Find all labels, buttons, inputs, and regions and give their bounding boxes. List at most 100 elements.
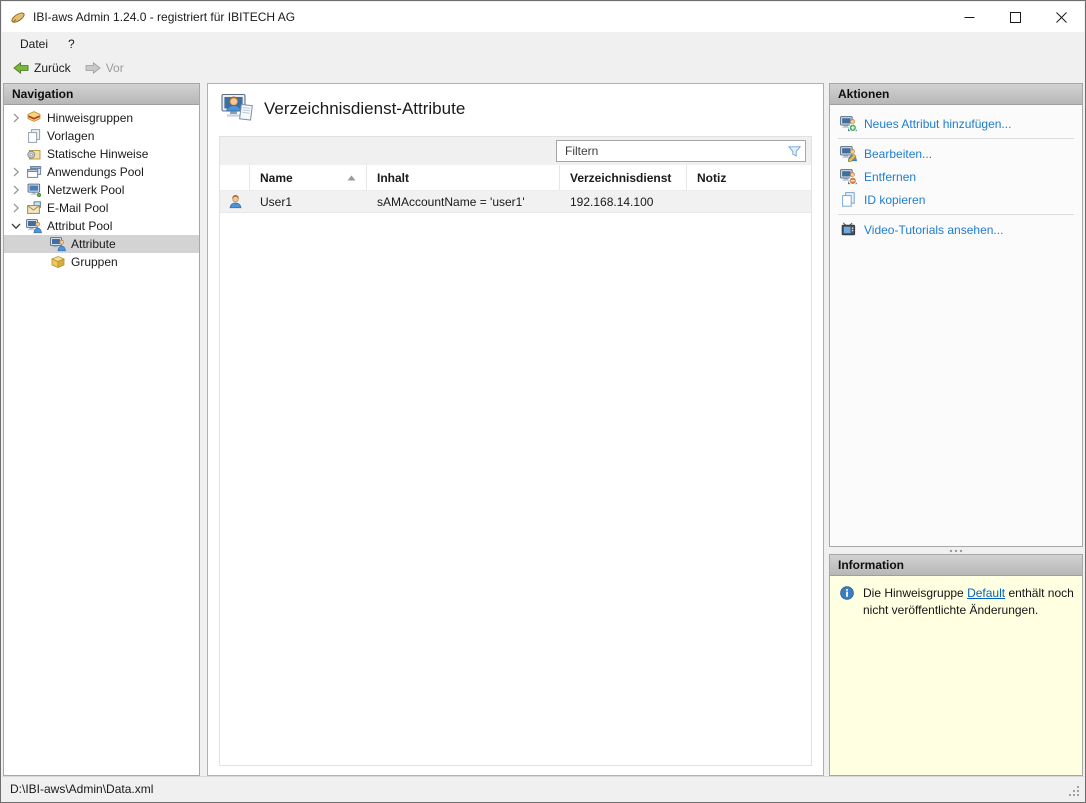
tree-item-label: Vorlagen — [47, 129, 95, 143]
column-header-verzeichnisdienst[interactable]: Verzeichnisdienst — [560, 165, 687, 190]
tree-item-anwendungs-pool[interactable]: Anwendungs Pool — [4, 163, 199, 181]
sort-asc-icon — [347, 175, 356, 180]
maximize-icon — [1009, 11, 1021, 23]
cell-verzeichnisdienst: 192.168.14.100 — [570, 194, 654, 209]
tree-item-label: E-Mail Pool — [47, 201, 109, 215]
tree-item-label: Attribut Pool — [47, 219, 113, 233]
filter-bar — [220, 137, 811, 165]
actions-separator — [838, 214, 1074, 215]
menu-item-datei[interactable]: Datei — [10, 34, 58, 54]
information-panel: Information Die Hinweisgruppe Default en… — [829, 554, 1083, 776]
splitter-grip-icon — [949, 549, 963, 552]
column-header-icon[interactable] — [220, 165, 250, 190]
tree-item-label: Gruppen — [71, 255, 118, 269]
chevron-down-icon[interactable] — [8, 218, 24, 234]
attribute-add-icon — [840, 115, 857, 132]
chevron-right-icon[interactable] — [8, 110, 24, 126]
panel-splitter[interactable] — [829, 547, 1083, 554]
column-header-inhalt[interactable]: Inhalt — [367, 165, 560, 190]
action-add-attribute[interactable]: Neues Attribut hinzufügen... — [830, 112, 1082, 135]
cell-notiz — [687, 191, 811, 212]
tree-item-hinweisgruppen[interactable]: Hinweisgruppen — [4, 109, 199, 127]
close-button[interactable] — [1038, 2, 1084, 32]
back-label: Zurück — [34, 61, 71, 75]
tree-item-label: Attribute — [71, 237, 116, 251]
tree-item-attribut-pool[interactable]: Attribut Pool — [4, 217, 199, 235]
application-pool-icon — [27, 166, 42, 178]
column-label: Inhalt — [377, 170, 409, 185]
minimize-icon — [964, 16, 974, 18]
table-row[interactable]: User1 sAMAccountName = 'user1' 192.168.1… — [220, 191, 811, 213]
tree-item-vorlagen[interactable]: Vorlagen — [4, 127, 199, 145]
tree-item-statische-hinweise[interactable]: Statische Hinweise — [4, 145, 199, 163]
directory-attributes-icon — [221, 93, 253, 121]
column-header-name[interactable]: Name — [250, 165, 367, 190]
action-edit[interactable]: Bearbeiten... — [830, 142, 1082, 165]
actions-list: Neues Attribut hinzufügen... Bearbeiten.… — [830, 105, 1082, 241]
navigation-header: Navigation — [4, 84, 199, 105]
static-notices-icon — [27, 150, 41, 160]
data-file-path: D:\IBI-aws\Admin\Data.xml — [10, 782, 154, 796]
action-video-tutorials[interactable]: Video-Tutorials ansehen... — [830, 218, 1082, 241]
cell-inhalt: sAMAccountName = 'user1' — [377, 194, 525, 209]
attribute-edit-icon — [840, 145, 857, 162]
action-label: Entfernen — [864, 169, 917, 184]
information-header: Information — [830, 555, 1082, 576]
maximize-button[interactable] — [992, 2, 1038, 32]
chevron-right-icon[interactable] — [8, 200, 24, 216]
status-bar: D:\IBI-aws\Admin\Data.xml — [2, 776, 1084, 801]
resize-grip[interactable] — [1068, 785, 1081, 798]
back-button[interactable]: Zurück — [6, 57, 78, 79]
tree-item-gruppen[interactable]: Gruppen — [4, 253, 199, 271]
information-body: Die Hinweisgruppe Default enthält noch n… — [830, 576, 1082, 775]
video-tutorials-icon — [841, 222, 856, 236]
close-icon — [1055, 11, 1067, 23]
information-message: Die Hinweisgruppe Default enthält noch n… — [863, 585, 1074, 619]
row-icon-cell — [220, 191, 250, 212]
groups-icon — [50, 256, 66, 269]
tree-item-email-pool[interactable]: E-Mail Pool — [4, 199, 199, 217]
cell-name: User1 — [260, 194, 293, 209]
attribute-icon — [50, 236, 66, 252]
app-window: IBI-aws Admin 1.24.0 - registriert für I… — [0, 0, 1086, 803]
action-label: Neues Attribut hinzufügen... — [864, 116, 1012, 131]
tree-item-netzwerk-pool[interactable]: Netzwerk Pool — [4, 181, 199, 199]
back-arrow-icon — [13, 61, 29, 75]
actions-separator — [838, 138, 1074, 139]
column-label: Name — [260, 170, 293, 185]
tree-item-label: Netzwerk Pool — [47, 183, 125, 197]
action-label: Bearbeiten... — [864, 146, 933, 161]
navigation-panel: Navigation Hinweisgruppen Vorlagen Stati… — [3, 83, 200, 776]
email-pool-icon — [27, 201, 41, 214]
forward-label: Vor — [105, 61, 124, 75]
tree-item-label: Hinweisgruppen — [47, 111, 134, 125]
filter-icon[interactable] — [787, 144, 802, 159]
column-header-notiz[interactable]: Notiz — [687, 165, 811, 190]
action-remove[interactable]: Entfernen — [830, 165, 1082, 188]
attribute-remove-icon — [840, 168, 857, 185]
templates-icon — [28, 129, 41, 143]
chevron-right-icon[interactable] — [8, 182, 24, 198]
menu-item-help[interactable]: ? — [58, 34, 85, 54]
column-label: Notiz — [697, 170, 727, 185]
main-panel: Verzeichnisdienst-Attribute Name Inhalt … — [207, 83, 824, 776]
menu-bar: Datei ? — [2, 32, 1084, 56]
app-icon — [11, 12, 25, 23]
filter-input[interactable] — [556, 140, 806, 162]
action-label: ID kopieren — [864, 192, 926, 207]
action-label: Video-Tutorials ansehen... — [864, 222, 1004, 237]
default-group-link[interactable]: Default — [967, 586, 1005, 600]
user-icon — [229, 194, 241, 209]
minimize-button[interactable] — [946, 2, 992, 32]
chevron-right-icon[interactable] — [8, 164, 24, 180]
tree-item-attribute[interactable]: Attribute — [4, 235, 199, 253]
table-header-row: Name Inhalt Verzeichnisdienst Notiz — [220, 165, 811, 191]
message-before: Die Hinweisgruppe — [863, 586, 964, 600]
copy-icon — [842, 192, 855, 207]
window-title: IBI-aws Admin 1.24.0 - registriert für I… — [33, 10, 296, 24]
action-copy-id[interactable]: ID kopieren — [830, 188, 1082, 211]
forward-button[interactable]: Vor — [78, 57, 131, 79]
tree-item-label: Statische Hinweise — [47, 147, 149, 161]
